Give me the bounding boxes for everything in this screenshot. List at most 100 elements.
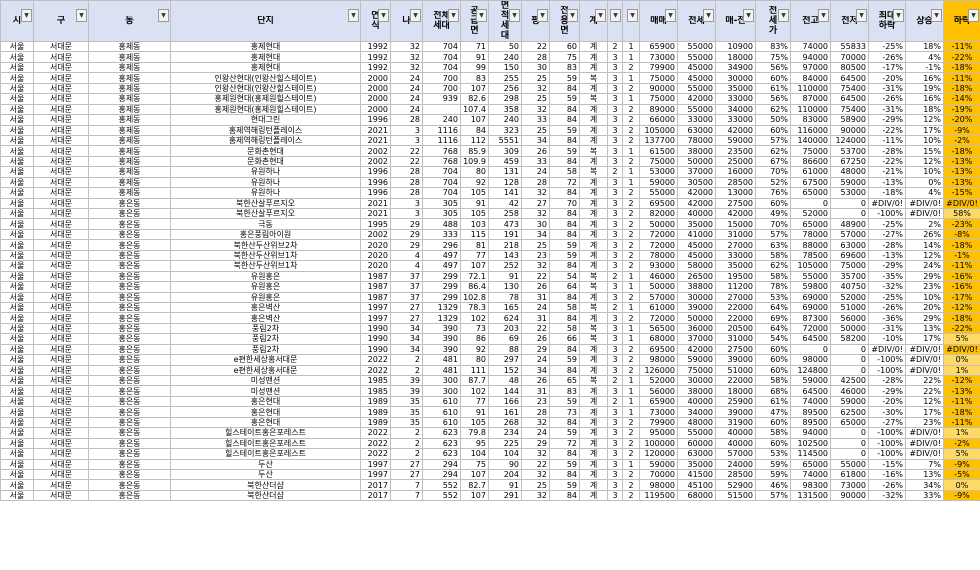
table-cell[interactable]: 계 <box>579 479 608 491</box>
table-cell[interactable]: 84 <box>549 228 580 241</box>
table-cell[interactable]: -28% <box>868 239 906 251</box>
table-cell[interactable]: -100% <box>868 207 906 220</box>
table-cell[interactable]: 0% <box>943 354 980 366</box>
table-cell[interactable]: 109.9 <box>460 155 489 168</box>
table-cell[interactable]: 29% <box>905 270 944 283</box>
table-cell[interactable]: 69500 <box>639 197 678 210</box>
table-cell[interactable]: 서대문 <box>33 427 89 439</box>
table-cell[interactable]: 610 <box>422 395 461 408</box>
table-cell[interactable]: 3 <box>607 458 623 470</box>
table-cell[interactable]: 2 <box>622 343 640 356</box>
table-cell[interactable]: 홍제동 <box>88 187 171 199</box>
table-cell[interactable]: -20% <box>943 114 980 126</box>
table-cell[interactable]: 35000 <box>715 82 756 95</box>
table-cell[interactable]: 82.6 <box>460 93 489 105</box>
table-cell[interactable]: 7 <box>390 489 423 502</box>
table-cell[interactable]: 서대문 <box>33 458 89 470</box>
table-cell[interactable]: 41000 <box>677 228 716 241</box>
table-cell[interactable]: 37 <box>390 281 423 293</box>
table-cell[interactable]: 1989 <box>360 406 391 418</box>
table-cell[interactable]: 59 <box>549 249 580 262</box>
table-cell[interactable]: 40000 <box>677 207 716 220</box>
table-cell[interactable]: 홍은동 <box>88 479 171 491</box>
table-cell[interactable]: 84 <box>549 187 580 199</box>
table-cell[interactable]: 서대문 <box>33 103 89 116</box>
table-cell[interactable]: 333 <box>422 228 461 241</box>
table-cell[interactable]: #DIV/0! <box>943 197 980 210</box>
table-cell[interactable]: 25 <box>521 93 550 105</box>
table-cell[interactable]: 1996 <box>360 114 391 126</box>
table-cell[interactable]: 0 <box>830 448 869 460</box>
table-cell[interactable]: 2 <box>622 260 640 272</box>
table-cell[interactable]: 42000 <box>677 93 716 105</box>
table-cell[interactable]: 46000 <box>639 270 678 283</box>
table-cell[interactable]: 3 <box>607 218 623 230</box>
filter-dropdown-icon[interactable]: ▼ <box>509 9 520 22</box>
table-cell[interactable]: 32 <box>521 103 550 116</box>
table-cell[interactable]: 서울 <box>0 93 34 105</box>
table-cell[interactable]: -26% <box>868 301 906 314</box>
table-cell[interactable]: 서울 <box>0 374 34 387</box>
table-cell[interactable]: 23 <box>521 249 550 262</box>
table-cell[interactable]: 북한산더샵 <box>170 489 361 502</box>
table-cell[interactable]: -22% <box>868 124 906 136</box>
table-cell[interactable]: 2 <box>607 301 623 314</box>
table-cell[interactable]: 60% <box>755 343 791 356</box>
table-cell[interactable]: 61% <box>755 395 791 408</box>
table-cell[interactable]: 32 <box>521 187 550 199</box>
table-cell[interactable]: 59000 <box>677 354 716 366</box>
table-cell[interactable]: 2020 <box>360 260 391 272</box>
table-cell[interactable]: 95 <box>460 437 489 450</box>
table-cell[interactable]: 50000 <box>639 218 678 230</box>
table-cell[interactable]: 10% <box>905 291 944 303</box>
table-cell[interactable]: 91 <box>460 406 489 418</box>
table-cell[interactable]: 57% <box>755 228 791 241</box>
table-cell[interactable]: 12% <box>905 155 944 168</box>
table-cell[interactable]: 33000 <box>715 114 756 126</box>
table-cell[interactable]: 42000 <box>715 124 756 136</box>
table-cell[interactable]: 15% <box>905 145 944 157</box>
table-cell[interactable]: -26% <box>868 51 906 63</box>
table-cell[interactable]: 50% <box>755 114 791 126</box>
table-cell[interactable]: 59% <box>755 458 791 470</box>
table-cell[interactable]: -23% <box>943 218 980 230</box>
table-cell[interactable]: 서대문 <box>33 385 89 397</box>
table-cell[interactable]: 59800 <box>790 281 831 293</box>
table-cell[interactable]: 55000 <box>677 427 716 439</box>
table-cell[interactable]: 홍은동 <box>88 260 171 272</box>
table-cell[interactable]: 22000 <box>715 374 756 387</box>
table-cell[interactable]: 극동 <box>170 218 361 230</box>
table-cell[interactable]: -21% <box>868 166 906 178</box>
table-cell[interactable]: 2 <box>607 270 623 283</box>
table-cell[interactable]: 힐스테이트홍은포레스트 <box>170 437 361 450</box>
table-cell[interactable]: 56% <box>755 93 791 105</box>
table-cell[interactable]: 1985 <box>360 374 391 387</box>
table-cell[interactable]: 305 <box>422 197 461 210</box>
table-cell[interactable]: 165 <box>488 301 522 314</box>
table-cell[interactable]: 26 <box>521 145 550 157</box>
table-cell[interactable]: -28% <box>868 145 906 157</box>
table-cell[interactable]: 24 <box>521 301 550 314</box>
table-cell[interactable]: 2002 <box>360 145 391 157</box>
table-cell[interactable]: 294 <box>422 468 461 481</box>
table-cell[interactable]: #DIV/0! <box>905 207 944 220</box>
table-cell[interactable]: 73 <box>549 406 580 418</box>
table-cell[interactable]: 79900 <box>639 416 678 429</box>
table-cell[interactable]: 홍제동 <box>88 61 171 74</box>
table-cell[interactable]: 74000 <box>790 395 831 408</box>
table-cell[interactable]: 33 <box>521 155 550 168</box>
table-cell[interactable]: 67500 <box>790 176 831 189</box>
table-cell[interactable]: 77 <box>460 395 489 408</box>
table-cell[interactable]: 240 <box>488 114 522 126</box>
table-cell[interactable]: 서울 <box>0 322 34 335</box>
table-cell[interactable]: 67% <box>755 155 791 168</box>
table-cell[interactable]: 서대문 <box>33 270 89 283</box>
table-cell[interactable]: 59 <box>549 239 580 251</box>
table-cell[interactable]: 107 <box>460 114 489 126</box>
table-cell[interactable]: 34000 <box>715 103 756 116</box>
table-cell[interactable]: 유원하나 <box>170 166 361 178</box>
table-cell[interactable]: 홍은현대 <box>170 395 361 408</box>
table-cell[interactable]: 계 <box>579 468 608 481</box>
table-cell[interactable]: 복 <box>579 301 608 314</box>
table-cell[interactable]: 24 <box>521 354 550 366</box>
